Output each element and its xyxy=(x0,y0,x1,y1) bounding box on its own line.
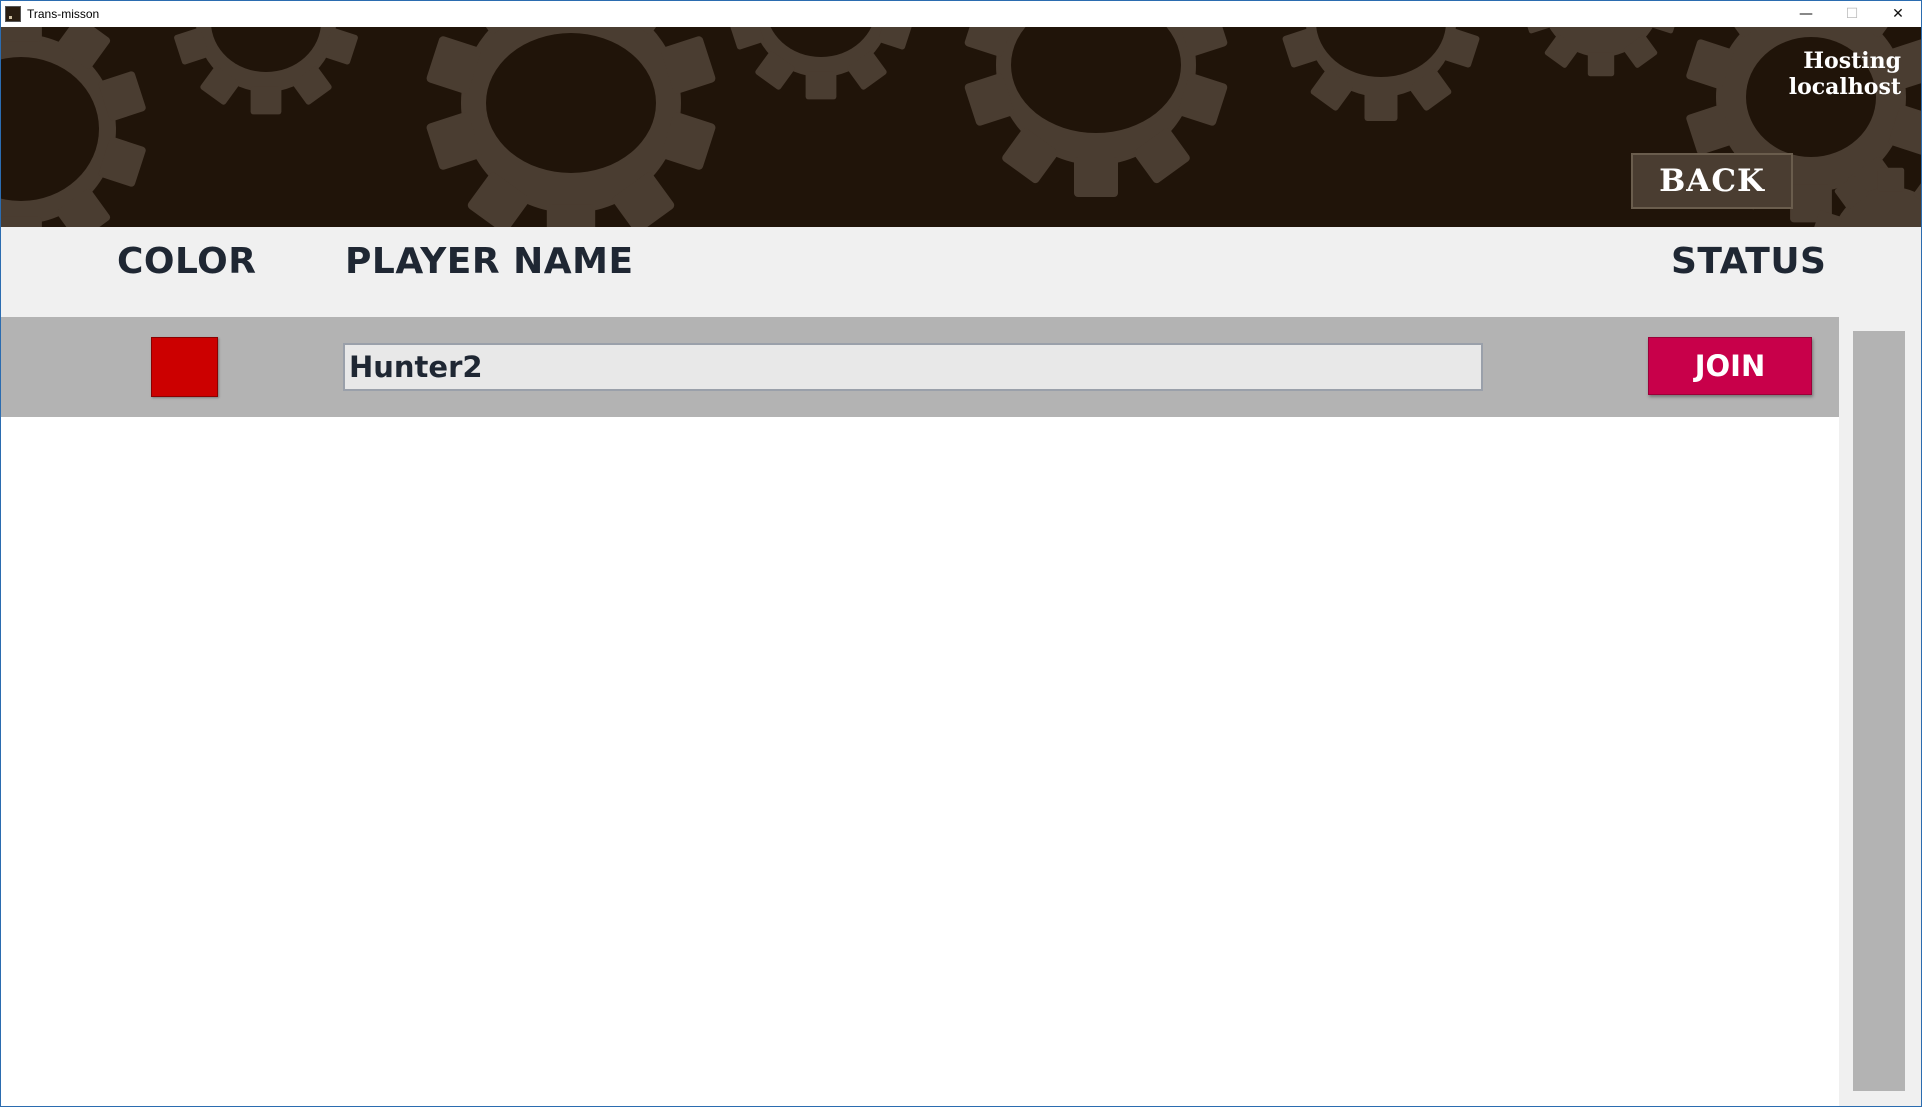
scrollbar[interactable] xyxy=(1839,317,1921,1106)
app-icon xyxy=(5,6,21,22)
status-column-header: STATUS xyxy=(1671,241,1827,282)
scrollbar-thumb[interactable] xyxy=(1853,331,1905,1091)
color-column-header: COLOR xyxy=(117,241,257,282)
join-button[interactable]: JOIN xyxy=(1648,337,1812,395)
window-controls: — ☐ ✕ xyxy=(1783,1,1921,27)
minimize-icon[interactable]: — xyxy=(1783,1,1829,27)
maximize-icon: ☐ xyxy=(1845,6,1859,22)
app-window: Trans-misson — ☐ ✕ Hosting localhost BAC… xyxy=(0,0,1922,1107)
window-title: Trans-misson xyxy=(27,7,100,21)
hosting-info: Hosting localhost xyxy=(1789,48,1901,100)
column-headers: COLOR PLAYER NAME STATUS xyxy=(1,227,1921,317)
player-color-swatch[interactable] xyxy=(151,337,218,397)
player-list: JOIN xyxy=(1,317,1839,1106)
player-row: JOIN xyxy=(1,317,1839,417)
header-banner: Hosting localhost BACK xyxy=(1,27,1921,227)
host-name: localhost xyxy=(1788,74,1901,100)
back-button[interactable]: BACK xyxy=(1631,153,1793,209)
player-name-column-header: PLAYER NAME xyxy=(345,241,634,282)
player-name-input[interactable] xyxy=(343,343,1483,391)
title-bar: Trans-misson — ☐ ✕ xyxy=(1,1,1921,27)
hosting-label: Hosting xyxy=(1803,48,1901,74)
close-icon[interactable]: ✕ xyxy=(1875,1,1921,27)
